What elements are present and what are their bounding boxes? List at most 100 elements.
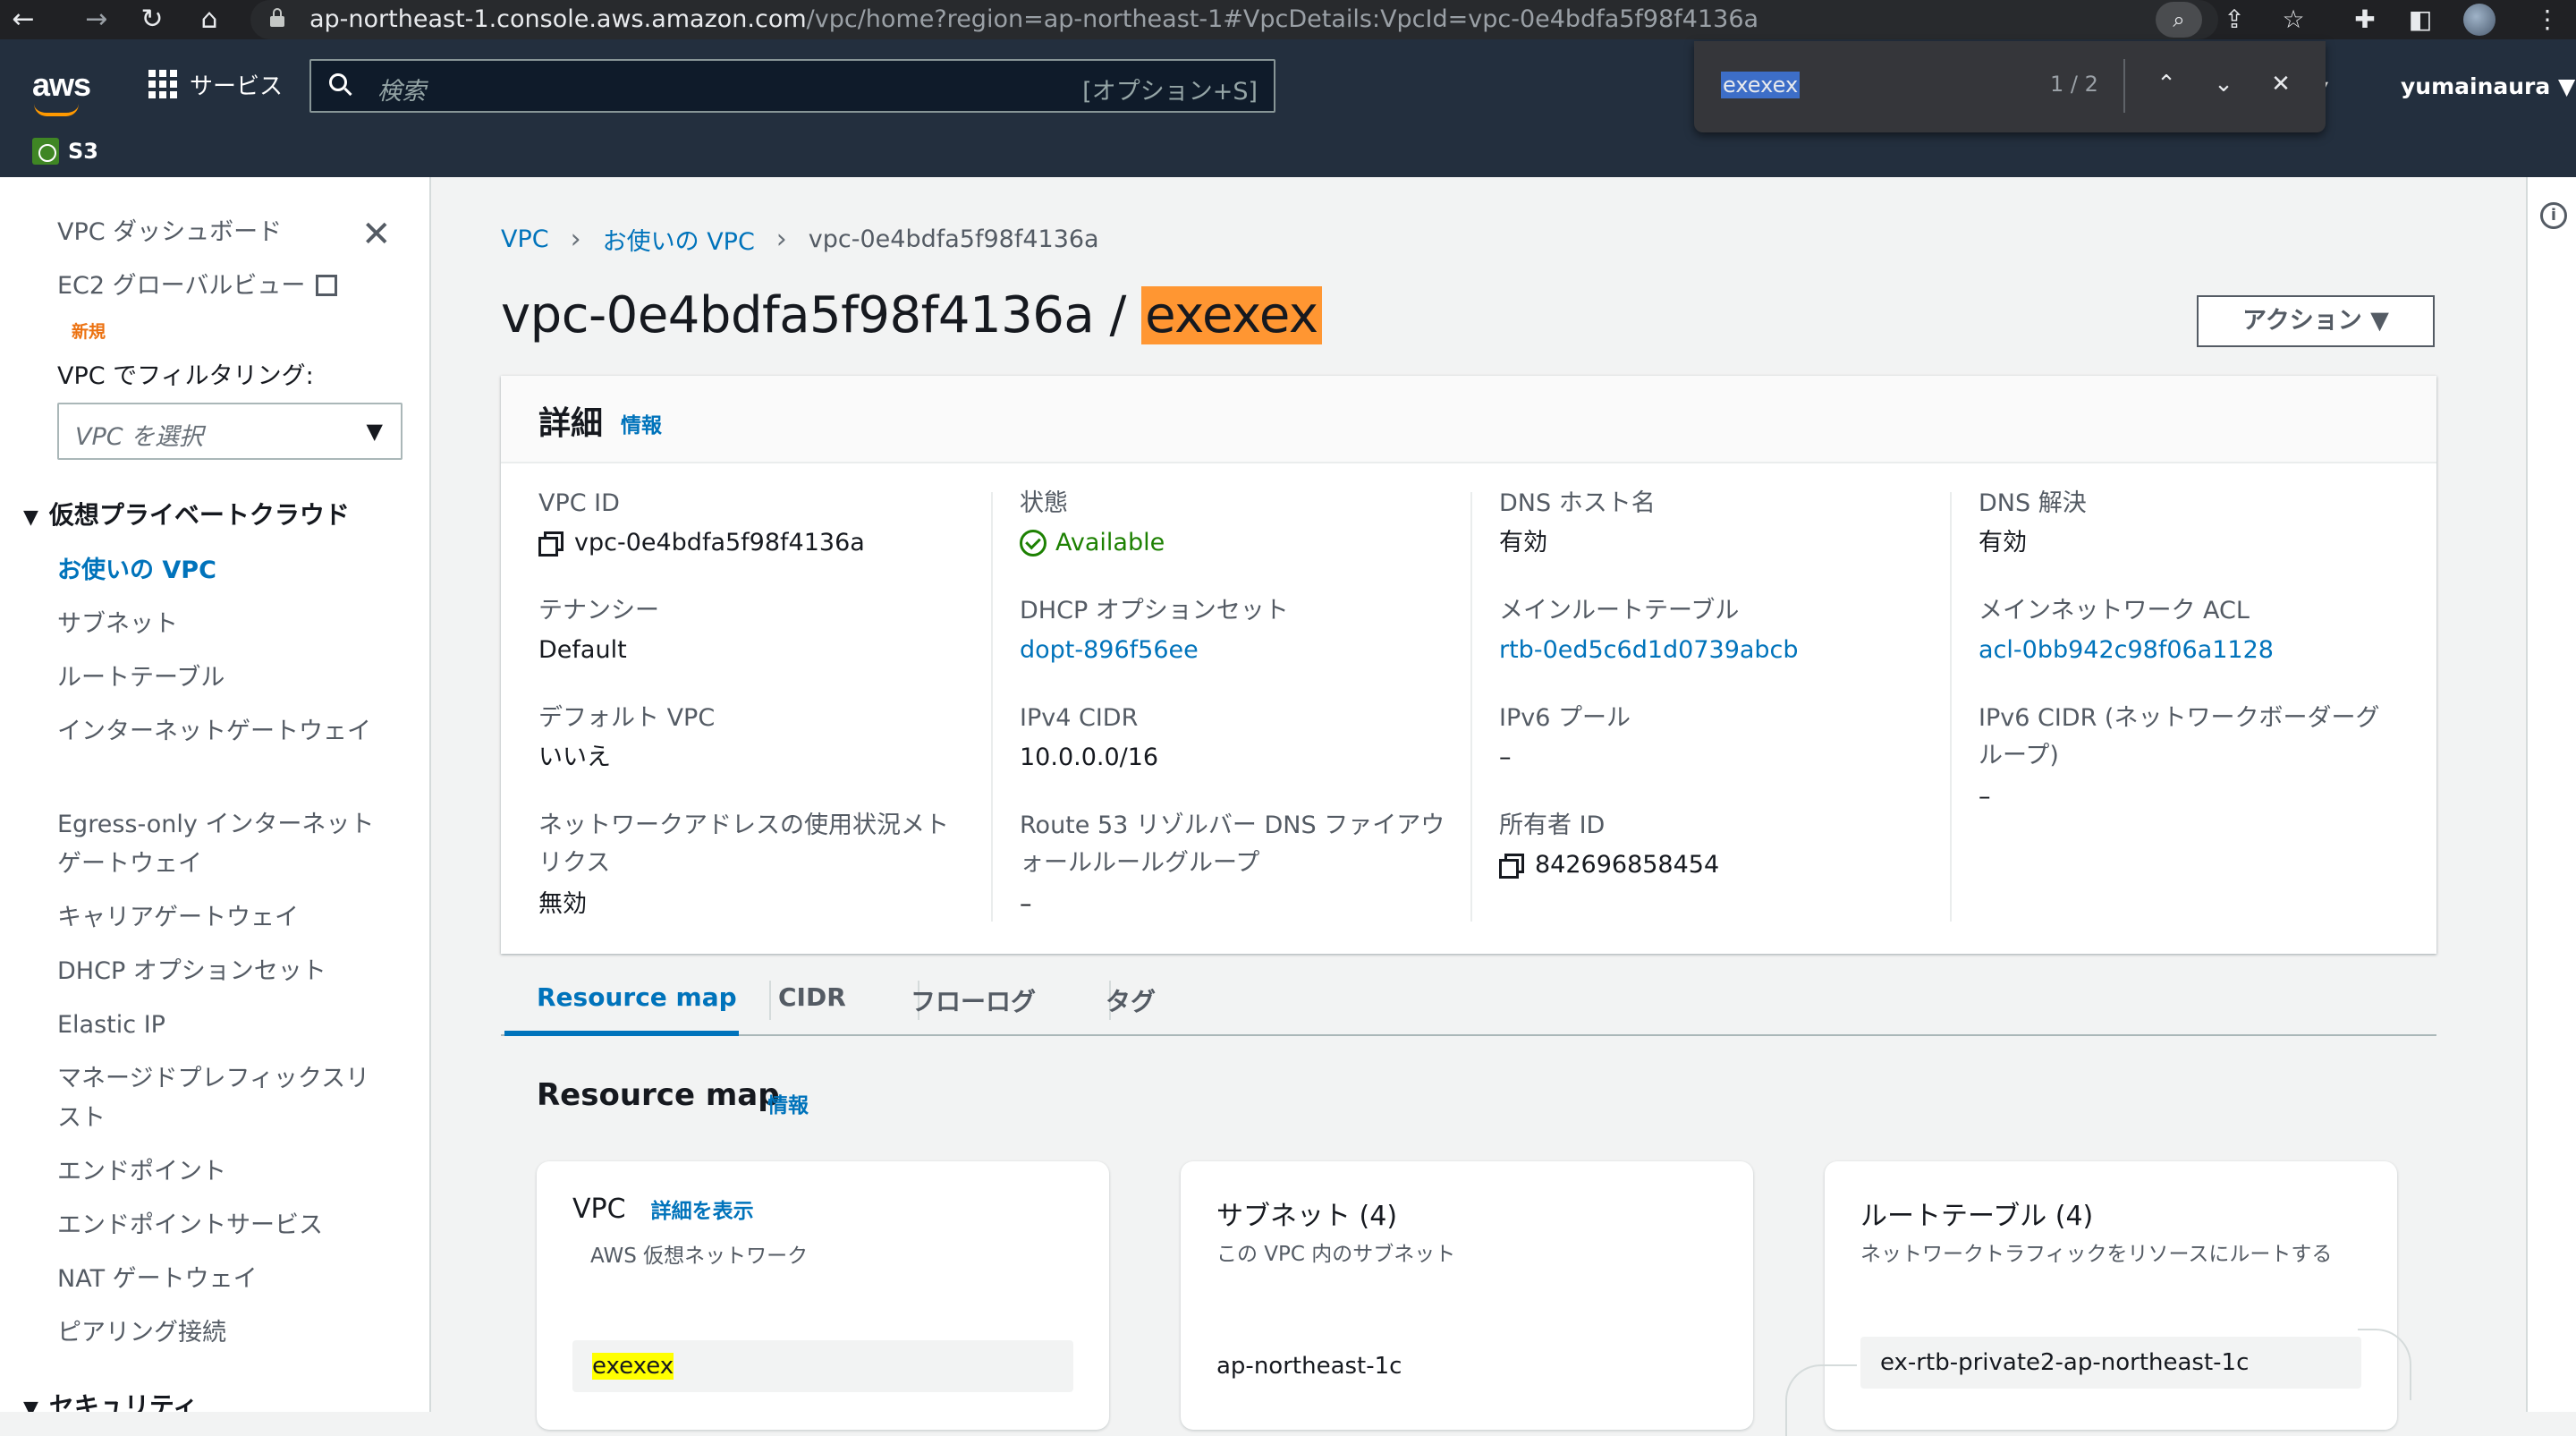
- column-divider: [1950, 492, 1952, 922]
- sidebar-item-internet-gateways[interactable]: インターネットゲートウェイ: [57, 712, 388, 752]
- details-header: 詳細 情報: [501, 376, 2436, 463]
- sidebar-item-endpoint-services[interactable]: エンドポイントサービス: [57, 1206, 388, 1245]
- vpc-card-title-text: VPC: [572, 1194, 626, 1225]
- search-placeholder: 検索: [377, 78, 426, 106]
- find-in-page-icon[interactable]: ⌕: [2156, 2, 2202, 38]
- s3-icon: [32, 138, 59, 165]
- sidebar-item-route-tables[interactable]: ルートテーブル: [57, 659, 388, 698]
- main-route-table-link[interactable]: rtb-0ed5c6d1d0739abcb: [1499, 632, 1799, 669]
- close-icon[interactable]: ✕: [361, 217, 392, 252]
- sidebar-item-your-vpcs[interactable]: お使いの VPC: [57, 551, 388, 591]
- breadcrumb-current: vpc-0e4bdfa5f98f4136a: [808, 225, 1099, 253]
- info-icon[interactable]: i: [2540, 202, 2567, 229]
- sidebar-item-peering[interactable]: ピアリング接続: [57, 1313, 388, 1353]
- sidebar-item-egress-only-igw[interactable]: Egress-only インターネットゲートウェイ: [57, 805, 388, 884]
- dhcp-link[interactable]: dopt-896f56ee: [1020, 632, 1199, 669]
- find-divider: [2123, 59, 2125, 113]
- ipv4-value: 10.0.0.0/16: [1020, 743, 1159, 771]
- dns-hostnames-label: DNS ホスト名: [1499, 489, 1656, 517]
- resource-connector-line: [2358, 1329, 2411, 1400]
- owner-id-text: 842696858454: [1535, 851, 1720, 879]
- route-table-item[interactable]: ex-rtb-private2-ap-northeast-1c: [1860, 1337, 2361, 1389]
- caret-down-icon: ▼: [23, 506, 38, 529]
- state-text: Available: [1055, 529, 1165, 557]
- grid-icon: [148, 70, 177, 98]
- search-input[interactable]: 検索 [オプション+S]: [309, 59, 1275, 113]
- url-text[interactable]: ap-northeast-1.console.aws.amazon.com/vp…: [309, 4, 1758, 35]
- services-menu-button[interactable]: サービス: [148, 66, 283, 102]
- sidebar-item-elastic-ip[interactable]: Elastic IP: [57, 1006, 388, 1045]
- sidebar-item-dhcp-options[interactable]: DHCP オプションセット: [57, 952, 388, 991]
- net-usage-value: 無効: [538, 890, 587, 918]
- extensions-icon[interactable]: ✚: [2349, 4, 2381, 36]
- ipv6-cidr-value: –: [1979, 783, 1991, 811]
- details-info-link[interactable]: 情報: [621, 408, 662, 438]
- share-icon[interactable]: ⇪: [2218, 4, 2250, 36]
- main-content: VPC › お使いの VPC › vpc-0e4bdfa5f98f4136a v…: [433, 177, 2526, 1436]
- sidebar-item-carrier-gateways[interactable]: キャリアゲートウェイ: [57, 898, 388, 938]
- copy-icon[interactable]: [1499, 854, 1524, 879]
- profile-avatar[interactable]: [2463, 4, 2496, 36]
- search-shortcut: [オプション+S]: [1082, 78, 1258, 106]
- sidebar-section-vpc[interactable]: ▼ 仮想プライベートクラウド: [23, 496, 350, 531]
- find-close-icon[interactable]: ✕: [2263, 66, 2299, 102]
- aws-logo[interactable]: aws: [32, 66, 91, 104]
- tab-cidr[interactable]: CIDR: [778, 982, 846, 1012]
- vpc-id-value: vpc-0e4bdfa5f98f4136a: [538, 524, 865, 562]
- subnet-card: サブネット (4) この VPC 内のサブネット ap-northeast-1c: [1181, 1161, 1753, 1430]
- forward-icon[interactable]: →: [80, 4, 113, 36]
- sidebar-item-label: EC2 グローバルビュー: [57, 272, 306, 300]
- find-next-icon[interactable]: ⌄: [2206, 66, 2241, 102]
- details-title: 詳細: [538, 405, 604, 442]
- sidebar-section-label: 仮想プライベートクラウド: [48, 500, 350, 530]
- ipv6-pool-value: –: [1499, 743, 1512, 771]
- tab-resource-map[interactable]: Resource map: [537, 982, 737, 1012]
- tab-tags[interactable]: タグ: [1106, 982, 1156, 1018]
- breadcrumb: VPC › お使いの VPC › vpc-0e4bdfa5f98f4136a: [501, 222, 1099, 257]
- browser-toolbar: ← → ↻ ⌂ ap-northeast-1.console.aws.amazo…: [0, 0, 2576, 39]
- user-menu[interactable]: yumainaura ▼: [2401, 73, 2575, 99]
- find-prev-icon[interactable]: ⌃: [2148, 66, 2184, 102]
- vpc-card-item-name: exexex: [592, 1353, 674, 1380]
- tab-flow-logs[interactable]: フローログ: [911, 982, 1036, 1018]
- sidebar-item-nat-gateways[interactable]: NAT ゲートウェイ: [57, 1260, 388, 1299]
- main-acl-link[interactable]: acl-0bb942c98f06a1128: [1979, 632, 2274, 669]
- route-table-card-title: ルートテーブル (4): [1860, 1201, 2094, 1232]
- sidebar-item-ec2-global-view[interactable]: EC2 グローバルビュー: [57, 267, 388, 306]
- sidebar-item-subnets[interactable]: サブネット: [57, 605, 388, 644]
- vpc-id-label: VPC ID: [538, 489, 620, 517]
- copy-icon[interactable]: [538, 531, 564, 557]
- sidebar-section-security[interactable]: ▼ セキュリティ: [23, 1387, 198, 1412]
- bookmark-star-icon[interactable]: ☆: [2277, 4, 2309, 36]
- subnet-card-title: サブネット (4): [1216, 1201, 1398, 1232]
- owner-id-label: 所有者 ID: [1499, 811, 1606, 839]
- home-icon[interactable]: ⌂: [193, 4, 225, 36]
- caret-down-icon: ▼: [366, 419, 383, 444]
- vpc-card-subtitle: AWS 仮想ネットワーク: [590, 1245, 809, 1268]
- resource-map-title: Resource map: [537, 1077, 780, 1113]
- reload-icon[interactable]: ↻: [136, 4, 168, 36]
- sidebar-item-dashboard[interactable]: VPC ダッシュボード: [57, 213, 388, 252]
- ipv6-cidr-label: IPv6 CIDR (ネットワークボーダーグループ): [1979, 704, 2380, 769]
- caret-down-icon: ▼: [23, 1398, 38, 1412]
- back-icon[interactable]: ←: [7, 4, 39, 36]
- side-panel-icon[interactable]: ◧: [2404, 4, 2436, 36]
- tenancy-label: テナンシー: [538, 597, 659, 625]
- favorite-s3-link[interactable]: S3: [32, 138, 98, 165]
- subnet-az-heading: ap-northeast-1c: [1216, 1340, 1717, 1392]
- vpc-filter-select[interactable]: VPC を選択 ▼: [57, 403, 402, 460]
- favorite-s3-label: S3: [68, 139, 98, 164]
- vpc-card-item[interactable]: exexex: [572, 1340, 1073, 1392]
- lock-icon[interactable]: [270, 8, 284, 28]
- actions-button[interactable]: アクション ▼: [2197, 295, 2435, 347]
- find-input[interactable]: exexex: [1721, 72, 1801, 98]
- ipv6-pool-label: IPv6 プール: [1499, 704, 1631, 732]
- resource-map-info-link[interactable]: 情報: [767, 1088, 809, 1118]
- breadcrumb-vpc[interactable]: VPC: [501, 225, 549, 253]
- view-details-link[interactable]: 詳細を表示: [651, 1200, 754, 1223]
- default-vpc-label: デフォルト VPC: [538, 704, 716, 732]
- sidebar-item-endpoints[interactable]: エンドポイント: [57, 1152, 388, 1192]
- breadcrumb-your-vpcs[interactable]: お使いの VPC: [603, 222, 755, 257]
- sidebar-item-managed-prefix-lists[interactable]: マネージドプレフィックスリスト: [57, 1059, 388, 1138]
- chrome-menu-icon[interactable]: ⋮: [2531, 4, 2563, 36]
